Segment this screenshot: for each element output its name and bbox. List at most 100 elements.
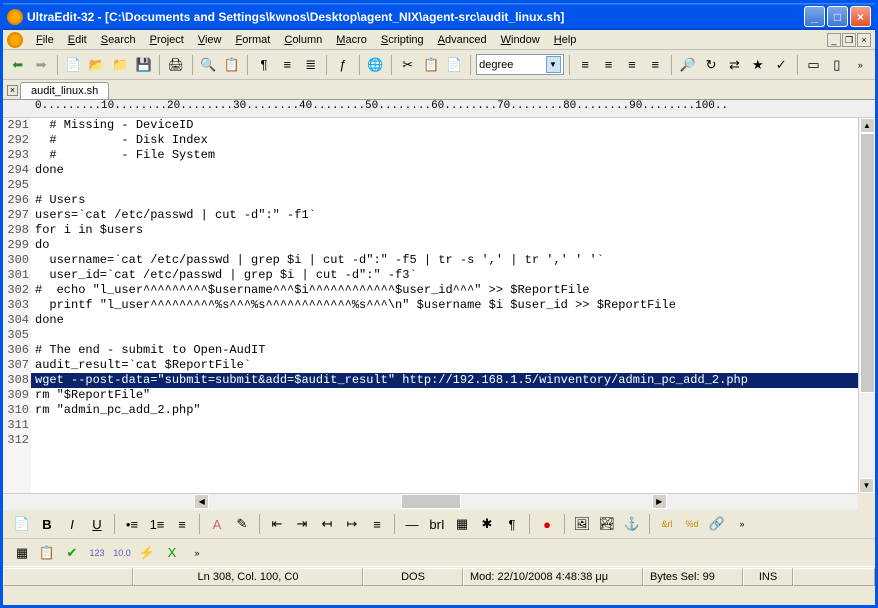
mdi-close-button[interactable]: × [857, 33, 871, 47]
back-button[interactable]: ⬅ [7, 54, 28, 76]
overflow-button[interactable]: » [850, 54, 871, 76]
record-button[interactable]: ● [536, 513, 558, 535]
code-line[interactable]: # - Disk Index [31, 133, 875, 148]
code-line[interactable]: users=`cat /etc/passwd | cut -d":" -f1` [31, 208, 875, 223]
cut-button[interactable]: ✂ [397, 54, 418, 76]
menu-file[interactable]: File [29, 32, 61, 48]
find-next-button[interactable]: ↻ [700, 54, 721, 76]
tab-close-button[interactable]: × [7, 85, 18, 96]
tool-abc-button[interactable]: 10.0 [111, 542, 133, 564]
list-item-button[interactable]: ≡ [171, 513, 193, 535]
preview-button[interactable]: 🔍 [198, 54, 219, 76]
picture-button[interactable]: 🏞 [596, 513, 618, 535]
tile-h-button[interactable]: ▭ [803, 54, 824, 76]
anchor-icon[interactable]: ⚓ [621, 513, 643, 535]
br-button[interactable]: brI [426, 513, 448, 535]
close-button[interactable]: × [850, 6, 871, 27]
code-line[interactable]: # Users [31, 193, 875, 208]
menu-help[interactable]: Help [547, 32, 584, 48]
menu-macro[interactable]: Macro [329, 32, 374, 48]
code-line[interactable] [31, 178, 875, 193]
chevron-down-icon[interactable]: ▼ [546, 56, 561, 73]
overflow2-button[interactable]: » [731, 513, 753, 535]
code-line[interactable]: audit_result=`cat $ReportFile` [31, 358, 875, 373]
code-line[interactable]: # echo "l_user^^^^^^^^^$username^^^$i^^^… [31, 283, 875, 298]
para-button[interactable]: ¶ [501, 513, 523, 535]
mdi-restore-button[interactable]: ❐ [842, 33, 856, 47]
tool-js-button[interactable]: ⚡ [136, 542, 158, 564]
pen-button[interactable]: ✎ [231, 513, 253, 535]
code-line[interactable] [31, 418, 875, 433]
code-line[interactable]: username=`cat /etc/passwd | grep $i | cu… [31, 253, 875, 268]
hr-button[interactable]: — [401, 513, 423, 535]
forward-button[interactable]: ➡ [30, 54, 51, 76]
bookmark-button[interactable]: ★ [747, 54, 768, 76]
html-tool-button[interactable]: 📄 [11, 513, 33, 535]
link-button[interactable]: 🔗 [706, 513, 728, 535]
scroll-thumb-h[interactable] [401, 494, 461, 509]
word-wrap-button[interactable]: ¶ [253, 54, 274, 76]
new-file-button[interactable]: 📄 [63, 54, 84, 76]
underline-button[interactable]: U [86, 513, 108, 535]
overflow3-button[interactable]: » [186, 542, 208, 564]
scroll-down-button[interactable]: ▼ [859, 478, 874, 493]
function-list-button[interactable]: ƒ [332, 54, 353, 76]
justify-button[interactable]: ≡ [645, 54, 666, 76]
line-numbers-button[interactable]: ≡ [277, 54, 298, 76]
spell-button[interactable]: ✓ [770, 54, 791, 76]
code-line[interactable] [31, 433, 875, 448]
align-left-button[interactable]: ≡ [574, 54, 595, 76]
list-ul-button[interactable]: •≡ [121, 513, 143, 535]
indent-button[interactable]: ↦ [341, 513, 363, 535]
menu-column[interactable]: Column [277, 32, 329, 48]
bold-button[interactable]: B [36, 513, 58, 535]
menu-scripting[interactable]: Scripting [374, 32, 431, 48]
ftp-button[interactable]: 📋 [221, 54, 242, 76]
asterisk-button[interactable]: ✱ [476, 513, 498, 535]
copy-button[interactable]: 📋 [420, 54, 441, 76]
web-preview-button[interactable]: 🌐 [365, 54, 386, 76]
image-button[interactable]: 🖼 [571, 513, 593, 535]
code-line[interactable]: rm "admin_pc_add_2.php" [31, 403, 875, 418]
open-file-button[interactable]: 📂 [86, 54, 107, 76]
code-line[interactable]: user_id=`cat /etc/passwd | grep $i | cut… [31, 268, 875, 283]
scroll-left-button[interactable]: ◀ [194, 494, 209, 509]
code-line[interactable]: printf "l_user^^^^^^^^^%s^^^%s^^^^^^^^^^… [31, 298, 875, 313]
code-line[interactable]: # Missing - DeviceID [31, 118, 875, 133]
tool-check-button[interactable]: ✔ [61, 542, 83, 564]
code-line[interactable] [31, 328, 875, 343]
close-file-button[interactable]: 📁 [109, 54, 130, 76]
find-button[interactable]: 🔎 [677, 54, 698, 76]
menu-search[interactable]: Search [94, 32, 143, 48]
code-line[interactable]: wget --post-data="submit=submit&add=$aud… [31, 373, 875, 388]
indent-inc-button[interactable]: ⇥ [291, 513, 313, 535]
align-right-button[interactable]: ≡ [621, 54, 642, 76]
center-button[interactable]: ≡ [366, 513, 388, 535]
code-line[interactable]: # The end - submit to Open-AudIT [31, 343, 875, 358]
list-ol-button[interactable]: 1≡ [146, 513, 168, 535]
code-line[interactable]: rm "$ReportFile" [31, 388, 875, 403]
paste-button[interactable]: 📄 [444, 54, 465, 76]
code-area[interactable]: # Missing - DeviceID # - Disk Index # - … [31, 118, 875, 510]
code-line[interactable]: do [31, 238, 875, 253]
hex-button[interactable]: ≣ [300, 54, 321, 76]
search-combo[interactable]: degree ▼ [476, 54, 563, 75]
menu-project[interactable]: Project [143, 32, 191, 48]
replace-button[interactable]: ⇄ [724, 54, 745, 76]
maximize-button[interactable]: □ [827, 6, 848, 27]
highlight-button[interactable]: A [206, 513, 228, 535]
indent-dec-button[interactable]: ⇤ [266, 513, 288, 535]
tool-copy-button[interactable]: 📋 [36, 542, 58, 564]
code-line[interactable]: done [31, 313, 875, 328]
tag-button[interactable]: %d [681, 513, 703, 535]
scroll-up-button[interactable]: ▲ [860, 118, 875, 133]
save-button[interactable]: 💾 [133, 54, 154, 76]
scroll-thumb-v[interactable] [860, 133, 875, 393]
tool-numbers-button[interactable]: 123 [86, 542, 108, 564]
menu-format[interactable]: Format [229, 32, 278, 48]
mdi-minimize-button[interactable]: _ [827, 33, 841, 47]
code-line[interactable]: for i in $users [31, 223, 875, 238]
scroll-right-button[interactable]: ▶ [652, 494, 667, 509]
file-tab[interactable]: audit_linux.sh [20, 82, 109, 99]
outdent-button[interactable]: ↤ [316, 513, 338, 535]
